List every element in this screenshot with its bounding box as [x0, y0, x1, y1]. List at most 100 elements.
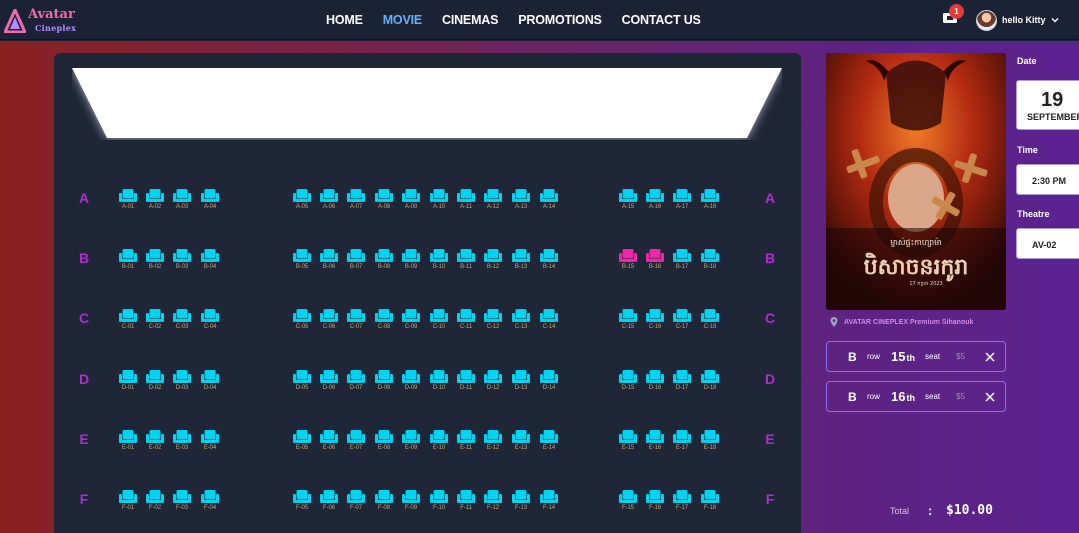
seat-e-12[interactable]: E-12: [483, 429, 503, 452]
seat-d-01[interactable]: D-01: [118, 369, 138, 392]
seat-d-08[interactable]: D-08: [374, 369, 394, 392]
seat-f-06[interactable]: F-06: [319, 490, 339, 512]
seat-b-14[interactable]: B-14: [539, 249, 559, 271]
seat-a-01[interactable]: A-01: [118, 189, 138, 211]
seat-c-14[interactable]: C-14: [539, 309, 559, 331]
seat-f-16[interactable]: F-16: [645, 490, 665, 512]
nav-movie[interactable]: MOVIE: [383, 13, 422, 27]
seat-b-07[interactable]: B-07: [346, 249, 366, 271]
seat-a-02[interactable]: A-02: [145, 189, 165, 211]
seat-a-13[interactable]: A-13: [511, 189, 531, 211]
seat-f-07[interactable]: F-07: [346, 490, 366, 512]
seat-f-10[interactable]: F-10: [429, 490, 449, 512]
seat-f-12[interactable]: F-12: [483, 490, 503, 512]
seat-b-04[interactable]: B-04: [200, 249, 220, 271]
seat-c-03[interactable]: C-03: [172, 309, 192, 331]
seat-c-01[interactable]: C-01: [118, 309, 138, 331]
seat-f-02[interactable]: F-02: [145, 490, 165, 512]
seat-c-12[interactable]: C-12: [483, 309, 503, 331]
movie-poster[interactable]: ម្ចាស់ផ្ទះកាហ្សាម៉ា បិសាចនរកូរា 17 កក្កដ…: [826, 53, 1006, 310]
seat-d-17[interactable]: D-17: [672, 369, 692, 392]
seat-f-05[interactable]: F-05: [292, 490, 312, 512]
seat-c-09[interactable]: C-09: [401, 309, 421, 331]
seat-b-08[interactable]: B-08: [374, 249, 394, 271]
seat-b-02[interactable]: B-02: [145, 249, 165, 271]
seat-d-11[interactable]: D-11: [456, 369, 476, 392]
seat-f-08[interactable]: F-08: [374, 490, 394, 512]
seat-a-03[interactable]: A-03: [172, 189, 192, 211]
seat-e-05[interactable]: E-05: [292, 429, 312, 452]
seat-a-09[interactable]: A-09: [401, 189, 421, 211]
seat-a-10[interactable]: A-10: [429, 189, 449, 211]
seat-b-06[interactable]: B-06: [319, 249, 339, 271]
seat-f-18[interactable]: F-18: [700, 490, 720, 512]
seat-a-15[interactable]: A-15: [618, 189, 638, 211]
seat-d-16[interactable]: D-16: [645, 369, 665, 392]
theatre-picker[interactable]: AV-02: [1016, 228, 1079, 259]
seat-b-01[interactable]: B-01: [118, 249, 138, 271]
nav-contact-us[interactable]: CONTACT US: [622, 13, 701, 27]
seat-b-05[interactable]: B-05: [292, 249, 312, 271]
seat-a-08[interactable]: A-08: [374, 189, 394, 211]
seat-e-17[interactable]: E-17: [672, 429, 692, 452]
seat-e-09[interactable]: E-09: [401, 429, 421, 452]
seat-c-10[interactable]: C-10: [429, 309, 449, 331]
seat-d-09[interactable]: D-09: [401, 369, 421, 392]
seat-b-17[interactable]: B-17: [672, 249, 692, 271]
seat-b-11[interactable]: B-11: [456, 249, 476, 271]
seat-d-12[interactable]: D-12: [483, 369, 503, 392]
seat-e-11[interactable]: E-11: [456, 429, 476, 452]
brand-logo[interactable]: Avatar Cineplex: [4, 5, 84, 35]
seat-d-03[interactable]: D-03: [172, 369, 192, 392]
seat-f-17[interactable]: F-17: [672, 490, 692, 512]
seat-c-04[interactable]: C-04: [200, 309, 220, 331]
seat-d-04[interactable]: D-04: [200, 369, 220, 392]
seat-f-14[interactable]: F-14: [539, 490, 559, 512]
seat-a-12[interactable]: A-12: [483, 189, 503, 211]
seat-c-11[interactable]: C-11: [456, 309, 476, 331]
seat-e-15[interactable]: E-15: [618, 429, 638, 452]
seat-f-13[interactable]: F-13: [511, 490, 531, 512]
seat-d-06[interactable]: D-06: [319, 369, 339, 392]
remove-seat-close-icon[interactable]: [984, 391, 996, 403]
seat-f-04[interactable]: F-04: [200, 490, 220, 512]
seat-a-05[interactable]: A-05: [292, 189, 312, 211]
seat-e-16[interactable]: E-16: [645, 429, 665, 452]
seat-c-16[interactable]: C-16: [645, 309, 665, 331]
seat-a-11[interactable]: A-11: [456, 189, 476, 211]
seat-a-07[interactable]: A-07: [346, 189, 366, 211]
seat-d-07[interactable]: D-07: [346, 369, 366, 392]
seat-b-16[interactable]: B-16: [645, 249, 665, 271]
remove-seat-close-icon[interactable]: [984, 351, 996, 363]
user-menu[interactable]: hello Kitty: [976, 9, 1059, 31]
seat-c-05[interactable]: C-05: [292, 309, 312, 331]
seat-c-08[interactable]: C-08: [374, 309, 394, 331]
seat-c-18[interactable]: C-18: [700, 309, 720, 331]
seat-f-11[interactable]: F-11: [456, 490, 476, 512]
seat-c-15[interactable]: C-15: [618, 309, 638, 331]
seat-b-03[interactable]: B-03: [172, 249, 192, 271]
seat-e-18[interactable]: E-18: [700, 429, 720, 452]
seat-d-02[interactable]: D-02: [145, 369, 165, 392]
seat-b-15[interactable]: B-15: [618, 249, 638, 271]
seat-d-15[interactable]: D-15: [618, 369, 638, 392]
seat-d-14[interactable]: D-14: [539, 369, 559, 392]
seat-e-04[interactable]: E-04: [200, 429, 220, 452]
date-picker[interactable]: 19 SEPTEMBER: [1016, 80, 1079, 130]
seat-b-10[interactable]: B-10: [429, 249, 449, 271]
seat-e-07[interactable]: E-07: [346, 429, 366, 452]
seat-b-12[interactable]: B-12: [483, 249, 503, 271]
seat-b-09[interactable]: B-09: [401, 249, 421, 271]
seat-e-13[interactable]: E-13: [511, 429, 531, 452]
seat-d-10[interactable]: D-10: [429, 369, 449, 392]
seat-e-03[interactable]: E-03: [172, 429, 192, 452]
nav-promotions[interactable]: PROMOTIONS: [518, 13, 602, 27]
seat-d-13[interactable]: D-13: [511, 369, 531, 392]
seat-a-18[interactable]: A-18: [700, 189, 720, 211]
seat-f-03[interactable]: F-03: [172, 490, 192, 512]
seat-d-18[interactable]: D-18: [700, 369, 720, 392]
seat-a-04[interactable]: A-04: [200, 189, 220, 211]
seat-b-18[interactable]: B-18: [700, 249, 720, 271]
seat-e-08[interactable]: E-08: [374, 429, 394, 452]
seat-a-16[interactable]: A-16: [645, 189, 665, 211]
